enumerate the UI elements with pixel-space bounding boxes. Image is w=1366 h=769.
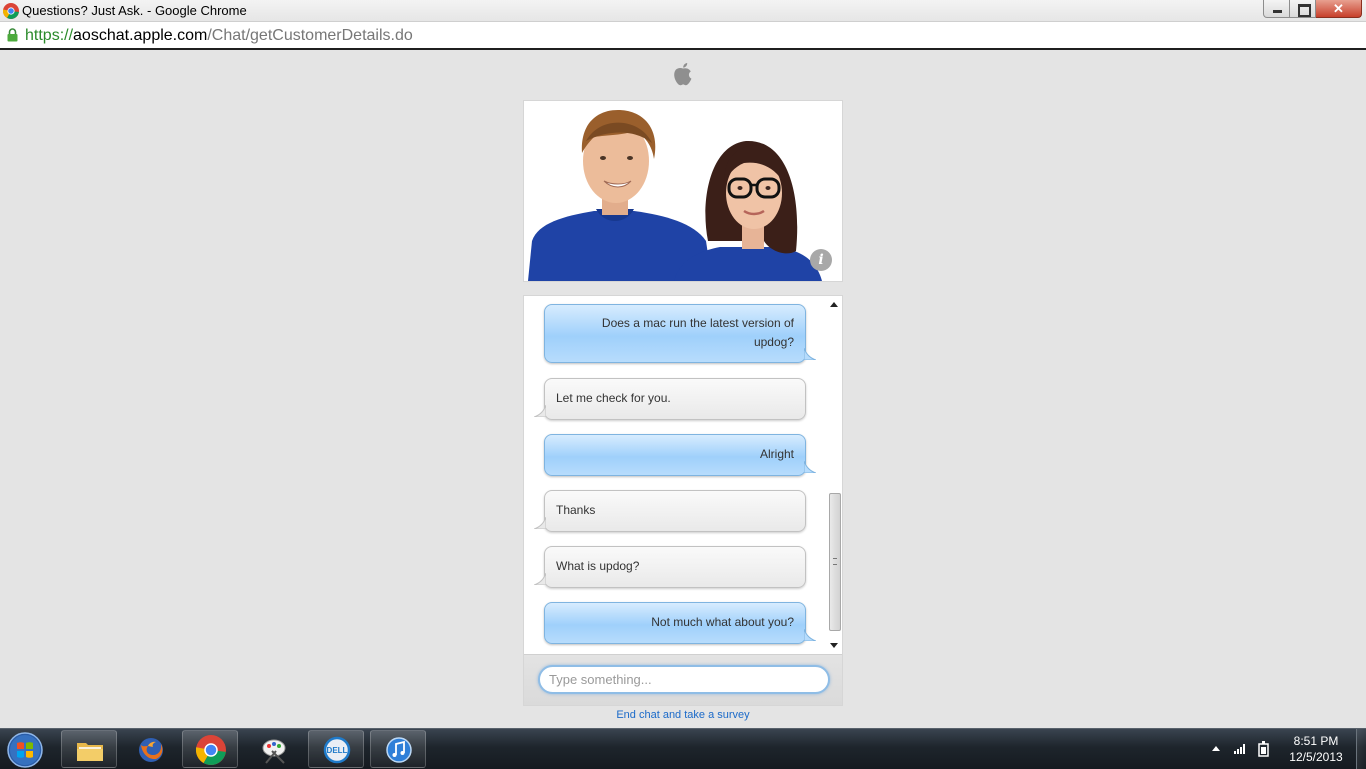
message-bubble-agent: What is updog?: [534, 546, 806, 588]
show-hidden-icons-icon[interactable]: [1212, 746, 1220, 751]
bubble-tail: [534, 573, 546, 585]
message-list: Does a mac run the latest version of upd…: [524, 296, 826, 654]
scroll-up-icon[interactable]: [830, 302, 838, 307]
network-signal-icon[interactable]: [1233, 741, 1247, 755]
window-controls: ✕: [1263, 0, 1362, 18]
message-line: Thanks: [556, 503, 596, 517]
message-line: Alright: [759, 447, 794, 461]
bubble-tail: [804, 629, 816, 641]
advisor-photo: i: [523, 100, 843, 282]
maximize-button[interactable]: [1290, 0, 1316, 18]
taskbar-file-explorer[interactable]: [61, 730, 117, 768]
scroll-down-icon[interactable]: [830, 643, 838, 648]
dell-icon: DELL: [323, 736, 351, 764]
url-scheme: https://: [25, 27, 74, 44]
taskbar-firefox[interactable]: [122, 730, 178, 768]
taskbar-paint[interactable]: [246, 730, 302, 768]
message-bubble-agent: Thanks: [534, 490, 806, 532]
start-button[interactable]: [5, 730, 45, 769]
chat-panel: Does a mac run the latest version of upd…: [523, 295, 843, 706]
message-line: Does a mac run the latest version of: [601, 316, 794, 330]
message-input[interactable]: [538, 665, 830, 694]
taskbar-chrome[interactable]: [182, 730, 238, 768]
clock-time: 8:51 PM: [1293, 734, 1339, 748]
message-bubble-user: Not much what about you?: [544, 602, 816, 644]
bubble-tail: [804, 461, 816, 473]
itunes-icon: [386, 737, 412, 763]
apple-logo-icon: [674, 63, 692, 86]
lock-icon: [7, 28, 18, 42]
message-bubble-user: Does a mac run the latest version of upd…: [544, 304, 816, 363]
system-clock[interactable]: 8:51 PM 12/5/2013: [1280, 733, 1352, 765]
close-icon: ✕: [1333, 1, 1344, 16]
info-button[interactable]: i: [810, 249, 832, 271]
chrome-icon: [3, 3, 19, 19]
message-line: Not much what about you?: [651, 615, 794, 629]
chat-input-area: [524, 654, 842, 705]
folder-icon: [77, 743, 103, 761]
message-line: Let me check for you.: [556, 391, 671, 405]
show-desktop-button[interactable]: [1356, 729, 1366, 769]
svg-text:DELL: DELL: [327, 746, 348, 755]
close-button[interactable]: ✕: [1316, 0, 1362, 18]
advisors-image: [528, 109, 822, 281]
scroll-thumb[interactable]: [829, 493, 841, 631]
window-title: Questions? Just Ask. - Google Chrome: [22, 3, 247, 18]
chrome-icon: [196, 735, 226, 765]
taskbar-dell[interactable]: DELL: [308, 730, 364, 768]
message-bubble-agent: Let me check for you.: [534, 378, 806, 420]
url-path: /Chat/getCustomerDetails.do: [207, 27, 413, 44]
chat-scrollbar[interactable]: [826, 296, 842, 654]
bubble-tail: [534, 517, 546, 529]
taskbar-itunes[interactable]: [370, 730, 426, 768]
paint-icon: [262, 739, 286, 764]
bubble-tail: [804, 348, 816, 360]
battery-plug-icon[interactable]: [1257, 741, 1271, 757]
bubble-tail: [534, 405, 546, 417]
address-bar[interactable]: https://aoschat.apple.com/Chat/getCustom…: [0, 22, 1366, 50]
minimize-button[interactable]: [1263, 0, 1290, 18]
message-line: What is updog?: [556, 559, 640, 573]
url-text[interactable]: https://aoschat.apple.com/Chat/getCustom…: [25, 27, 413, 45]
message-line: updog?: [753, 335, 794, 349]
url-host: aoschat.apple.com: [73, 27, 208, 44]
firefox-icon: [139, 738, 163, 762]
window-titlebar: Questions? Just Ask. - Google Chrome ✕: [0, 0, 1366, 22]
clock-date: 12/5/2013: [1289, 750, 1343, 764]
message-bubble-user: Alright: [544, 434, 816, 476]
end-chat-survey-link[interactable]: End chat and take a survey: [523, 709, 843, 721]
windows-taskbar: DELL 8:51 PM 12/5/2013: [0, 728, 1366, 769]
